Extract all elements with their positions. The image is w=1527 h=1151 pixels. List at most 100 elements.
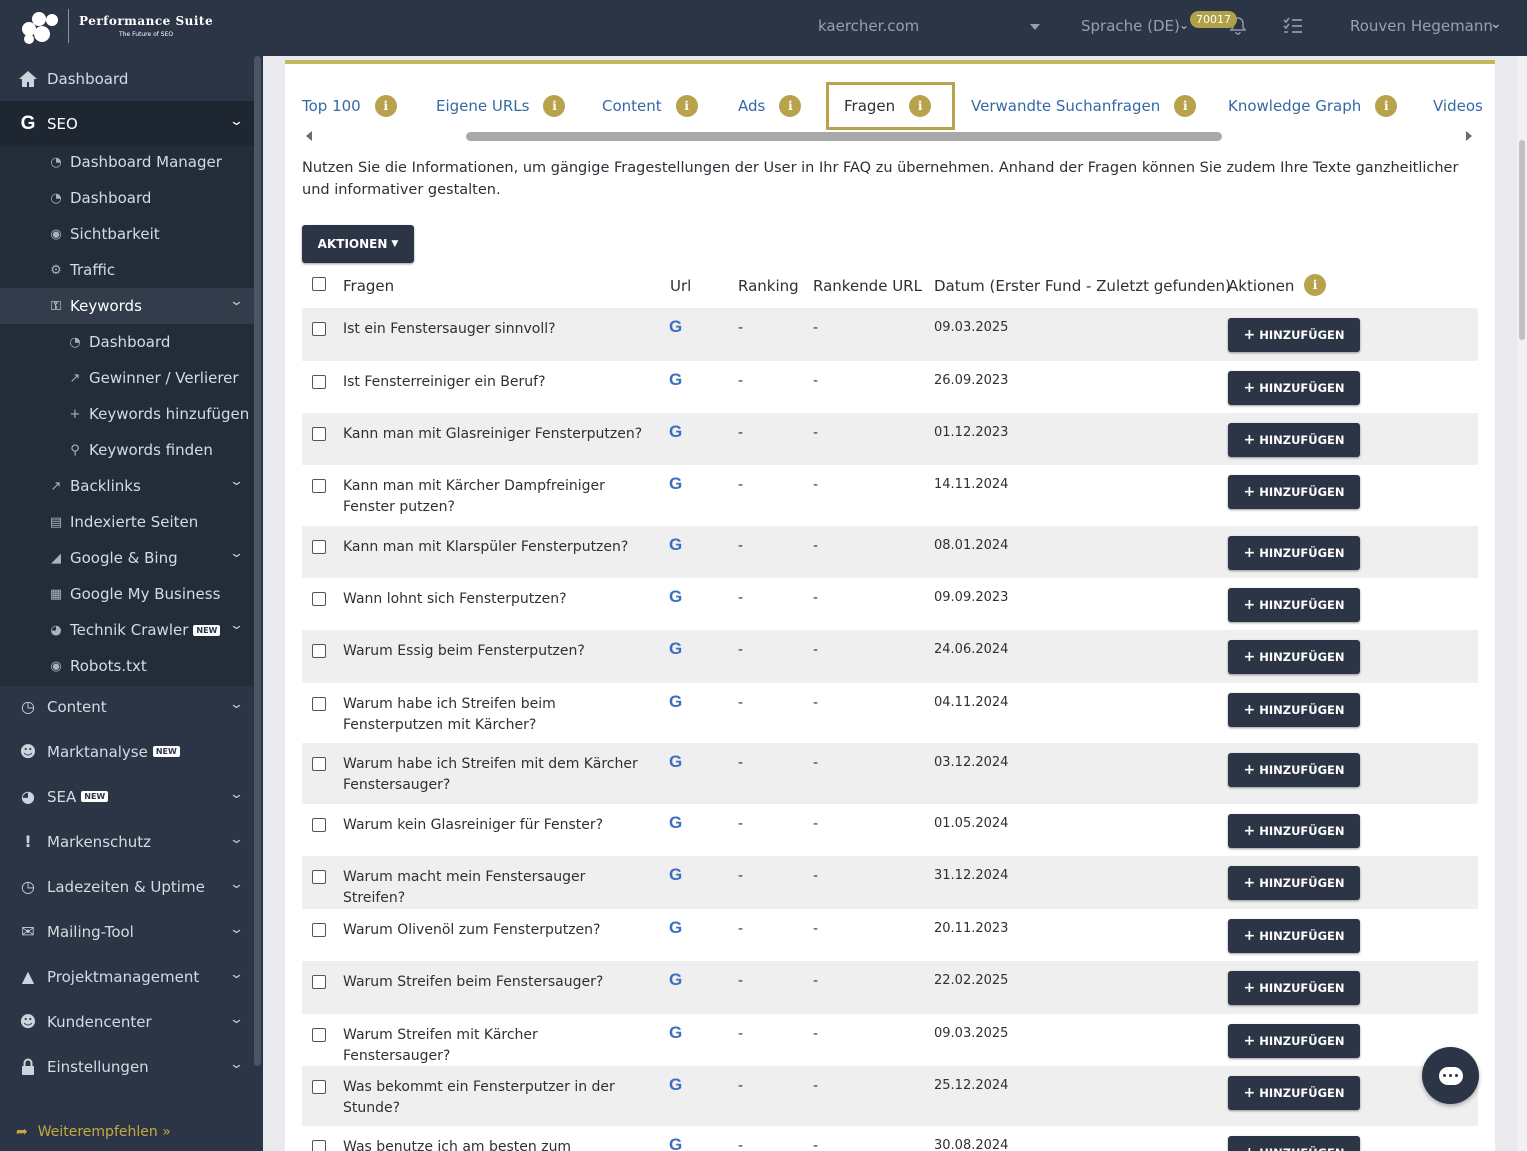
column-header-datum[interactable]: Datum (Erster Fund - Zuletzt gefunden) [934, 277, 1231, 295]
add-button[interactable]: +HINZUFÜGEN [1228, 640, 1360, 674]
sidebar-item-keywords-dashboard[interactable]: ◔ Dashboard [0, 324, 254, 360]
info-icon[interactable]: i [779, 95, 802, 117]
sidebar-item-dashboard-manager[interactable]: ◔ Dashboard Manager [0, 144, 254, 180]
google-g-icon[interactable]: G [669, 535, 682, 555]
chevron-down-icon[interactable]: ⌄ [1490, 16, 1502, 32]
google-g-icon[interactable]: G [669, 752, 682, 772]
google-g-icon[interactable]: G [669, 370, 682, 390]
sidebar-item-marktanalyse[interactable]: ☻ Marktanalyse NEW [0, 729, 254, 774]
sidebar-item-einstellungen[interactable]: Einstellungen ⌄ [0, 1044, 254, 1089]
row-checkbox[interactable] [312, 479, 326, 493]
sidebar-item-keywords[interactable]: ⚿ Keywords ⌄ [0, 288, 254, 324]
sidebar-item-keywords-hinzufuegen[interactable]: + Keywords hinzufügen [0, 396, 254, 432]
add-button[interactable]: +HINZUFÜGEN [1228, 475, 1360, 509]
sidebar-item-content[interactable]: ◷ Content ⌄ [0, 684, 254, 729]
row-checkbox[interactable] [312, 818, 326, 832]
sidebar-item-sichtbarkeit[interactable]: ◉ Sichtbarkeit [0, 216, 254, 252]
column-header-url[interactable]: Url [670, 277, 691, 295]
add-button[interactable]: +HINZUFÜGEN [1228, 371, 1360, 405]
sidebar-scrollbar[interactable] [254, 56, 261, 1066]
google-g-icon[interactable]: G [669, 587, 682, 607]
page-scrollbar[interactable] [1517, 56, 1527, 1151]
user-menu[interactable]: Rouven Hegemann [1350, 17, 1493, 35]
row-checkbox[interactable] [312, 1028, 326, 1042]
caret-down-icon[interactable] [1030, 24, 1040, 30]
sidebar-item-gewinner-verlierer[interactable]: ↗ Gewinner / Verlierer [0, 360, 254, 396]
add-button[interactable]: +HINZUFÜGEN [1228, 693, 1360, 727]
google-g-icon[interactable]: G [669, 474, 682, 494]
tab-ads[interactable]: Ads i [738, 82, 802, 130]
column-header-fragen[interactable]: Fragen [343, 277, 394, 295]
add-button[interactable]: +HINZUFÜGEN [1228, 866, 1360, 900]
info-icon[interactable]: i [1304, 274, 1326, 296]
sidebar-item-traffic[interactable]: ⚙ Traffic [0, 252, 254, 288]
row-checkbox[interactable] [312, 375, 326, 389]
tab-top-100[interactable]: Top 100 i [302, 82, 397, 130]
sidebar-item-mailing-tool[interactable]: ✉ Mailing-Tool ⌄ [0, 909, 254, 954]
domain-select[interactable]: kaercher.com [818, 17, 919, 35]
add-button[interactable]: +HINZUFÜGEN [1228, 814, 1360, 848]
tab-videos[interactable]: Videos [1433, 82, 1483, 130]
tab-knowledge-graph[interactable]: Knowledge Graph i [1228, 82, 1398, 130]
google-g-icon[interactable]: G [669, 970, 682, 990]
sidebar-item-indexierte-seiten[interactable]: ▤ Indexierte Seiten [0, 504, 254, 540]
google-g-icon[interactable]: G [669, 1023, 682, 1043]
row-checkbox[interactable] [312, 592, 326, 606]
info-icon[interactable]: i [1174, 95, 1197, 117]
sidebar-item-dashboard[interactable]: Dashboard [0, 56, 254, 101]
sidebar-item-seo[interactable]: G SEO ⌄ [0, 101, 254, 146]
sidebar-item-keywords-finden[interactable]: ⚲ Keywords finden [0, 432, 254, 468]
language-select[interactable]: Sprache (DE) [1081, 17, 1180, 35]
row-checkbox[interactable] [312, 923, 326, 937]
tab-fragen[interactable]: Fragen i [826, 82, 955, 130]
sidebar-item-google-my-business[interactable]: ▦ Google My Business [0, 576, 254, 612]
sidebar-item-robots-txt[interactable]: ◉ Robots.txt [0, 648, 254, 684]
google-g-icon[interactable]: G [669, 639, 682, 659]
sidebar-item-projektmanagement[interactable]: ▲ Projektmanagement ⌄ [0, 954, 254, 999]
sidebar-item-technik-crawler[interactable]: ◕ Technik Crawler NEW ⌄ [0, 612, 254, 648]
info-icon[interactable]: i [374, 95, 397, 117]
add-button[interactable]: +HINZUFÜGEN [1228, 423, 1360, 457]
add-button[interactable]: +HINZUFÜGEN [1228, 971, 1360, 1005]
sidebar-item-ladezeiten[interactable]: ◷ Ladezeiten & Uptime ⌄ [0, 864, 254, 909]
tab-eigene-urls[interactable]: Eigene URLs i [436, 82, 566, 130]
sidebar-item-backlinks[interactable]: ↗ Backlinks ⌄ [0, 468, 254, 504]
sidebar-item-google-bing[interactable]: ◢ Google & Bing ⌄ [0, 540, 254, 576]
tasks-list-icon[interactable] [1283, 17, 1303, 35]
row-checkbox[interactable] [312, 757, 326, 771]
row-checkbox[interactable] [312, 870, 326, 884]
row-checkbox[interactable] [312, 697, 326, 711]
add-button[interactable]: +HINZUFÜGEN [1228, 919, 1360, 953]
tab-content[interactable]: Content i [602, 82, 698, 130]
scroll-left-icon[interactable] [306, 131, 312, 141]
google-g-icon[interactable]: G [669, 1075, 682, 1095]
row-checkbox[interactable] [312, 1140, 326, 1151]
add-button[interactable]: +HINZUFÜGEN [1228, 588, 1360, 622]
info-icon[interactable]: i [675, 95, 698, 117]
row-checkbox[interactable] [312, 644, 326, 658]
brand-logo[interactable]: Performance Suite The Future of SEO [18, 8, 213, 44]
chat-button[interactable] [1422, 1047, 1479, 1104]
google-g-icon[interactable]: G [669, 692, 682, 712]
google-g-icon[interactable]: G [669, 317, 682, 337]
row-checkbox[interactable] [312, 322, 326, 336]
google-g-icon[interactable]: G [669, 813, 682, 833]
tabs-scrollbar[interactable] [466, 132, 1222, 141]
add-button[interactable]: +HINZUFÜGEN [1228, 318, 1360, 352]
chevron-down-icon[interactable]: ⌄ [1179, 18, 1189, 32]
add-button[interactable]: +HINZUFÜGEN [1228, 753, 1360, 787]
scroll-right-icon[interactable] [1466, 131, 1472, 141]
actions-dropdown-button[interactable]: AKTIONEN ▼ [302, 225, 414, 263]
add-button[interactable]: +HINZUFÜGEN [1228, 1136, 1360, 1151]
google-g-icon[interactable]: G [669, 918, 682, 938]
tab-verwandte-suchanfragen[interactable]: Verwandte Suchanfragen i [971, 82, 1197, 130]
row-checkbox[interactable] [312, 1080, 326, 1094]
add-button[interactable]: +HINZUFÜGEN [1228, 1076, 1360, 1110]
refer-link[interactable]: ➦ Weiterempfehlen » [16, 1124, 171, 1140]
row-checkbox[interactable] [312, 540, 326, 554]
add-button[interactable]: +HINZUFÜGEN [1228, 536, 1360, 570]
google-g-icon[interactable]: G [669, 865, 682, 885]
info-icon[interactable]: i [543, 95, 566, 117]
column-header-rankende-url[interactable]: Rankende URL [813, 277, 922, 295]
sidebar-item-markenschutz[interactable]: ! Markenschutz ⌄ [0, 819, 254, 864]
